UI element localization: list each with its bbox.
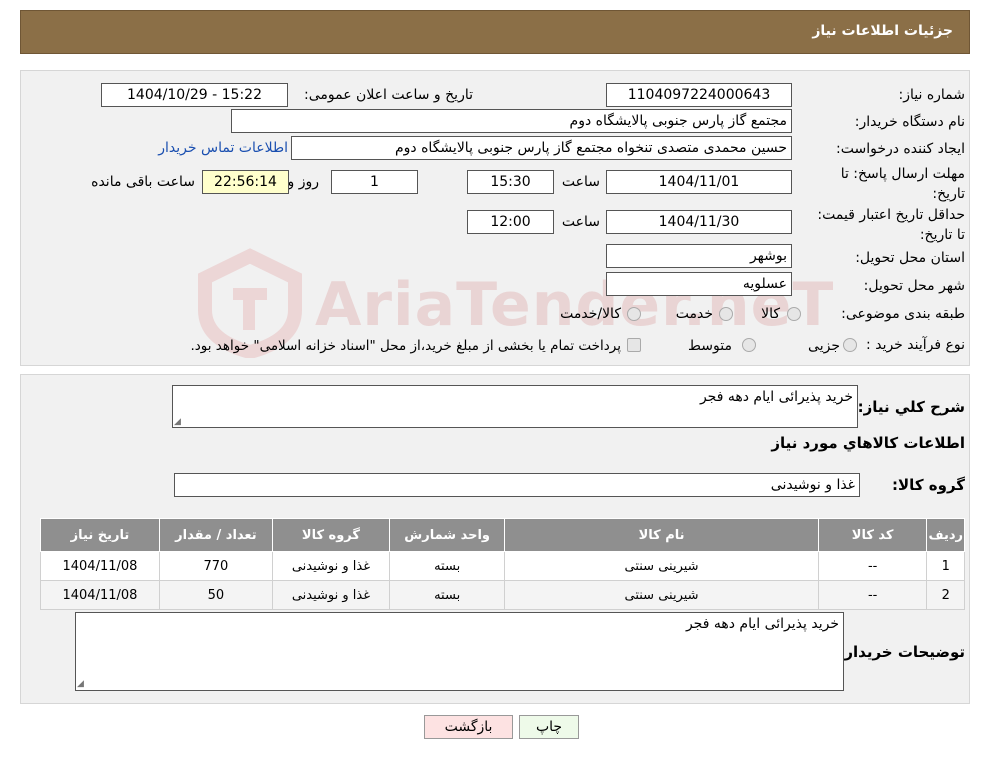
col-item-code: کد کالا — [817, 518, 928, 552]
category-option-goods-service: کالا/خدمت — [560, 306, 621, 322]
table-row: 2 -- شیرینی سنتی بسته غذا و نوشیدنی 50 1… — [40, 580, 965, 610]
goods-table-header-row: رديف کد کالا نام کالا واحد شمارش گروه کا… — [40, 518, 965, 552]
cell-unit: بسته — [388, 551, 506, 581]
time-remaining-label: ساعت باقی مانده — [91, 174, 195, 190]
announce-datetime-field: 1404/10/29 - 15:22 — [101, 83, 288, 107]
validity-label-text: حداقل تاریخ اعتبار قیمت: تا تاریخ: — [817, 207, 965, 243]
summary-label: شرح کلي نياز: — [857, 398, 965, 416]
category-radio-service[interactable] — [719, 307, 733, 321]
deadline-label-text: مهلت ارسال پاسخ: تا تاریخ: — [840, 166, 965, 202]
cell-goods-group: غذا و نوشیدنی — [271, 580, 390, 610]
deadline-time-label: ساعت — [561, 174, 600, 190]
cell-unit: بسته — [388, 580, 506, 610]
table-row: 1 -- شیرینی سنتی بسته غذا و نوشیدنی 770 … — [40, 551, 965, 581]
cell-row-number: 2 — [926, 580, 965, 610]
deadline-label: مهلت ارسال پاسخ: تا تاریخ: — [815, 164, 965, 204]
col-need-date: تاریخ نیاز — [40, 518, 160, 552]
buyer-org-label: نام دستگاه خریدار: — [854, 114, 965, 130]
process-option-minor: جزیی — [808, 338, 840, 354]
process-type-label: نوع فرآیند خرید : — [866, 337, 965, 353]
creator-field: حسین محمدی متصدی تنخواه مجتمع گاز پارس ج… — [291, 136, 792, 160]
col-unit: واحد شمارش — [388, 518, 506, 552]
page-header: جزئیات اطلاعات نیاز — [20, 10, 970, 54]
print-button[interactable]: چاپ — [519, 715, 579, 739]
category-radio-goods[interactable] — [787, 307, 801, 321]
process-radio-medium[interactable] — [742, 338, 756, 352]
treasury-checkbox[interactable] — [627, 338, 641, 352]
category-radio-goods-service[interactable] — [627, 307, 641, 321]
buyer-notes-textarea[interactable]: خرید پذیرائی ایام دهه فجر — [75, 612, 844, 691]
treasury-note: پرداخت تمام یا بخشی از مبلغ خرید،از محل … — [190, 338, 621, 354]
need-number-label: شماره نیاز: — [898, 87, 966, 103]
announce-datetime-label: تاریخ و ساعت اعلان عمومی: — [304, 87, 473, 103]
city-field: عسلویه — [606, 272, 792, 296]
goods-group-field: غذا و نوشیدنی — [174, 473, 860, 497]
cell-quantity: 50 — [158, 580, 273, 610]
need-number-field: 1104097224000643 — [606, 83, 792, 107]
goods-table: رديف کد کالا نام کالا واحد شمارش گروه کا… — [40, 518, 965, 610]
province-field: بوشهر — [606, 244, 792, 268]
cell-quantity: 770 — [158, 551, 273, 581]
deadline-time-field: 15:30 — [467, 170, 554, 194]
cell-row-number: 1 — [926, 551, 965, 581]
creator-label: ایجاد کننده درخواست: — [836, 141, 965, 157]
process-radio-minor[interactable] — [843, 338, 857, 352]
process-option-medium: متوسط — [688, 338, 732, 354]
validity-label: حداقل تاریخ اعتبار قیمت: تا تاریخ: — [815, 205, 965, 245]
cell-item-name: شیرینی سنتی — [504, 551, 819, 581]
cell-item-code: -- — [817, 580, 928, 610]
col-item-name: نام کالا — [504, 518, 819, 552]
cell-item-code: -- — [817, 551, 928, 581]
cell-need-date: 1404/11/08 — [40, 580, 160, 610]
col-quantity: تعداد / مقدار — [158, 518, 273, 552]
buyer-notes-label: توضیحات خریدار: — [838, 643, 965, 661]
goods-group-label: گروه کالا: — [892, 476, 965, 494]
category-option-goods: کالا — [761, 306, 780, 322]
validity-time-label: ساعت — [561, 214, 600, 230]
resize-grip-icon[interactable]: ◢ — [77, 680, 85, 689]
resize-grip-icon[interactable]: ◢ — [174, 418, 182, 427]
buyer-org-field: مجتمع گاز پارس جنوبی پالایشگاه دوم — [231, 109, 792, 133]
category-option-service: خدمت — [675, 306, 713, 322]
days-remaining-field: 1 — [331, 170, 418, 194]
province-label: استان محل تحویل: — [855, 250, 965, 266]
back-button[interactable]: بازگشت — [424, 715, 513, 739]
cell-need-date: 1404/11/08 — [40, 551, 160, 581]
category-label: طبقه بندی موضوعی: — [841, 306, 965, 322]
cell-goods-group: غذا و نوشیدنی — [271, 551, 390, 581]
buyer-contact-link[interactable]: اطلاعات تماس خریدار — [158, 140, 288, 156]
cell-item-name: شیرینی سنتی — [504, 580, 819, 610]
col-row-number: رديف — [926, 518, 965, 552]
goods-info-title: اطلاعات کالاهاي مورد نياز — [771, 434, 965, 452]
days-label: روز و — [287, 174, 320, 190]
col-goods-group: گروه کالا — [271, 518, 390, 552]
page-title: جزئیات اطلاعات نیاز — [812, 23, 953, 39]
city-label: شهر محل تحویل: — [863, 278, 965, 294]
validity-date-field: 1404/11/30 — [606, 210, 792, 234]
summary-textarea[interactable]: خرید پذیرائی ایام دهه فجر — [172, 385, 858, 428]
validity-time-field: 12:00 — [467, 210, 554, 234]
deadline-date-field: 1404/11/01 — [606, 170, 792, 194]
time-remaining-field: 22:56:14 — [202, 170, 289, 194]
